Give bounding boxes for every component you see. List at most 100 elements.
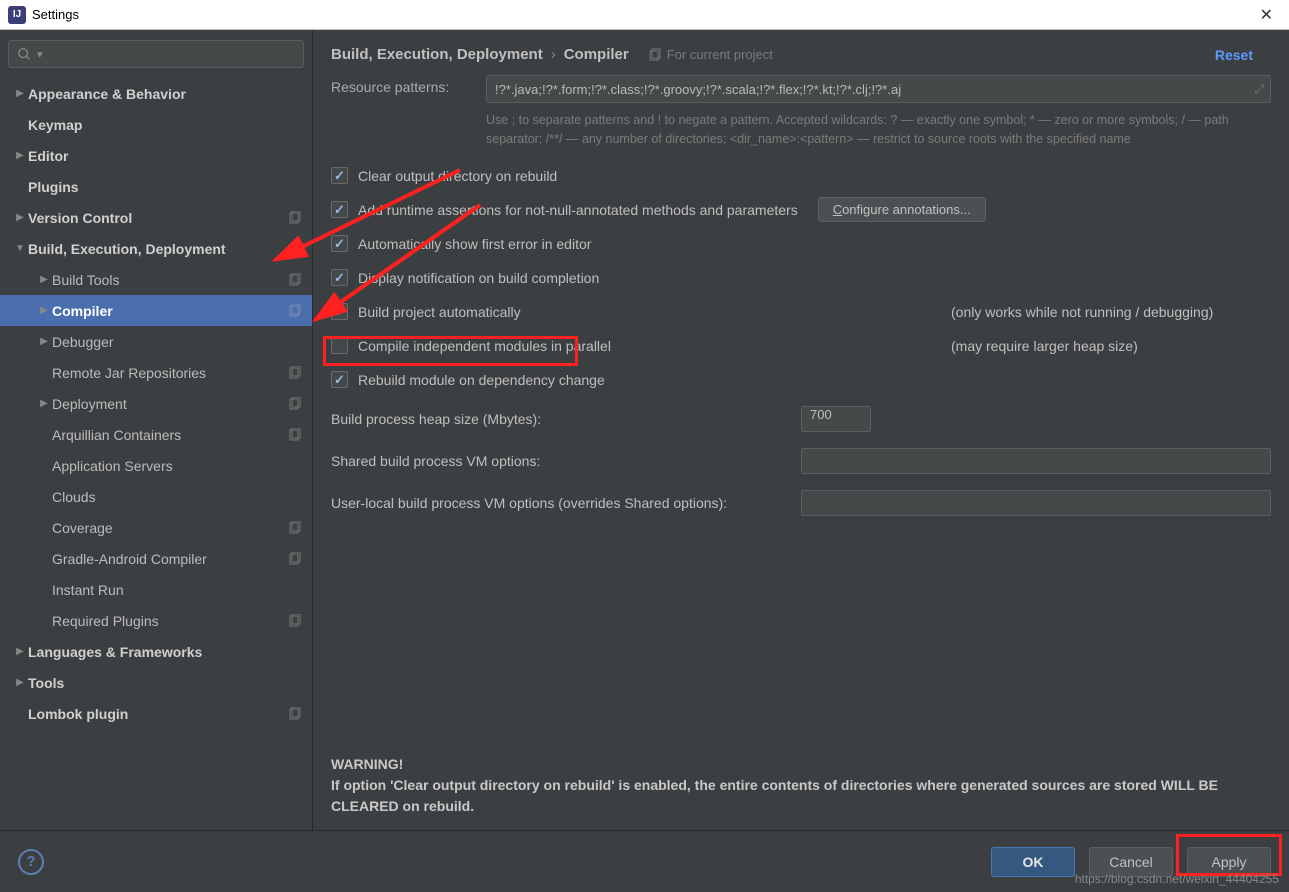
close-icon[interactable]: ✕: [1252, 5, 1281, 25]
chevron-down-icon: ▾: [37, 48, 43, 61]
breadcrumb-seg1: Build, Execution, Deployment: [331, 46, 543, 63]
checkbox-compile-parallel-label: Compile independent modules in parallel: [358, 338, 611, 354]
configure-annotations-button[interactable]: Configure annotations...: [818, 197, 986, 222]
tree-item-version-control[interactable]: ▶Version Control: [0, 202, 312, 233]
tree-item-coverage[interactable]: ▶Coverage: [0, 512, 312, 543]
tree-item-required-plugins[interactable]: ▶Required Plugins: [0, 605, 312, 636]
resource-patterns-input[interactable]: !?*.java;!?*.form;!?*.class;!?*.groovy;!…: [486, 75, 1271, 103]
project-scope-icon: [288, 211, 302, 225]
tree-item-compiler[interactable]: ▶Compiler: [0, 295, 312, 326]
tree-item-tools[interactable]: ▶Tools: [0, 667, 312, 698]
checkbox-compile-parallel-note: (may require larger heap size): [911, 338, 1271, 354]
heap-size-input[interactable]: 700: [801, 406, 871, 432]
project-scope-icon: [288, 552, 302, 566]
project-scope-icon: [288, 273, 302, 287]
search-input[interactable]: ▾: [8, 40, 304, 68]
tree-item-debugger[interactable]: ▶Debugger: [0, 326, 312, 357]
pattern-hint: Use ; to separate patterns and ! to nega…: [486, 111, 1271, 149]
tree-item-plugins[interactable]: ▶Plugins: [0, 171, 312, 202]
tree-item-remote-jar-repositories[interactable]: ▶Remote Jar Repositories: [0, 357, 312, 388]
checkbox-add-assertions-label: Add runtime assertions for not-null-anno…: [358, 202, 798, 218]
tree-item-label: Tools: [28, 675, 64, 691]
tree-item-label: Arquillian Containers: [52, 427, 181, 443]
tree-item-label: Lombok plugin: [28, 706, 128, 722]
tree-item-clouds[interactable]: ▶Clouds: [0, 481, 312, 512]
context-hint: For current project: [647, 47, 773, 62]
project-scope-icon: [288, 397, 302, 411]
tree-item-label: Required Plugins: [52, 613, 159, 629]
settings-tree: ▶Appearance & Behavior▶Keymap▶Editor▶Plu…: [0, 74, 312, 830]
checkbox-add-assertions[interactable]: [331, 201, 348, 218]
tree-item-label: Gradle-Android Compiler: [52, 551, 207, 567]
tree-item-label: Compiler: [52, 303, 113, 319]
checkbox-rebuild-dep[interactable]: [331, 371, 348, 388]
chevron-down-icon: ▼: [12, 243, 28, 254]
chevron-right-icon: ▶: [12, 677, 28, 688]
tree-item-label: Instant Run: [52, 582, 124, 598]
chevron-right-icon: ▶: [36, 305, 52, 316]
search-icon: [17, 47, 31, 61]
chevron-right-icon: ▶: [36, 398, 52, 409]
breadcrumb-sep: ›: [551, 46, 556, 63]
tree-item-deployment[interactable]: ▶Deployment: [0, 388, 312, 419]
project-scope-icon: [288, 428, 302, 442]
tree-item-application-servers[interactable]: ▶Application Servers: [0, 450, 312, 481]
breadcrumb: Build, Execution, Deployment › Compiler: [331, 46, 629, 63]
project-scope-icon: [288, 304, 302, 318]
tree-item-editor[interactable]: ▶Editor: [0, 140, 312, 171]
breadcrumb-seg2: Compiler: [564, 46, 629, 63]
checkbox-display-notif-label: Display notification on build completion: [358, 270, 599, 286]
sidebar: ▾ ▶Appearance & Behavior▶Keymap▶Editor▶P…: [0, 30, 313, 830]
tree-item-label: Coverage: [52, 520, 113, 536]
checkbox-compile-parallel[interactable]: [331, 337, 348, 354]
project-scope-icon: [288, 521, 302, 535]
tree-item-keymap[interactable]: ▶Keymap: [0, 109, 312, 140]
app-icon: IJ: [8, 6, 26, 24]
checkbox-rebuild-dep-label: Rebuild module on dependency change: [358, 372, 605, 388]
chevron-right-icon: ▶: [12, 150, 28, 161]
tree-item-build-execution-deployment[interactable]: ▼Build, Execution, Deployment: [0, 233, 312, 264]
warning-text: WARNING! If option 'Clear output directo…: [331, 754, 1271, 817]
expand-icon[interactable]: ⤢: [1254, 82, 1264, 97]
chevron-right-icon: ▶: [12, 646, 28, 657]
tree-item-label: Appearance & Behavior: [28, 86, 186, 102]
tree-item-instant-run[interactable]: ▶Instant Run: [0, 574, 312, 605]
project-scope-icon: [288, 707, 302, 721]
watermark: https://blog.csdn.net/weixin_44404255: [1075, 872, 1279, 886]
checkbox-clear-output-label: Clear output directory on rebuild: [358, 168, 557, 184]
main-panel: Build, Execution, Deployment › Compiler …: [313, 30, 1289, 830]
chevron-right-icon: ▶: [36, 274, 52, 285]
checkbox-clear-output[interactable]: [331, 167, 348, 184]
checkbox-auto-show-error[interactable]: [331, 235, 348, 252]
tree-item-languages-frameworks[interactable]: ▶Languages & Frameworks: [0, 636, 312, 667]
tree-item-gradle-android-compiler[interactable]: ▶Gradle-Android Compiler: [0, 543, 312, 574]
checkbox-build-auto-label: Build project automatically: [358, 304, 521, 320]
ok-button[interactable]: OK: [991, 847, 1075, 877]
tree-item-lombok-plugin[interactable]: ▶Lombok plugin: [0, 698, 312, 729]
project-scope-icon: [288, 366, 302, 380]
shared-vm-label: Shared build process VM options:: [331, 453, 801, 469]
tree-item-label: Editor: [28, 148, 68, 164]
checkbox-build-auto[interactable]: [331, 303, 348, 320]
shared-vm-input[interactable]: [801, 448, 1271, 474]
help-button[interactable]: ?: [18, 849, 44, 875]
tree-item-label: Build Tools: [52, 272, 119, 288]
user-vm-input[interactable]: [801, 490, 1271, 516]
tree-item-label: Deployment: [52, 396, 127, 412]
window-title: Settings: [32, 7, 79, 22]
checkbox-build-auto-note: (only works while not running / debuggin…: [911, 304, 1271, 320]
tree-item-build-tools[interactable]: ▶Build Tools: [0, 264, 312, 295]
titlebar: IJ Settings ✕: [0, 0, 1289, 30]
reset-link[interactable]: Reset: [1215, 47, 1253, 63]
tree-item-label: Clouds: [52, 489, 96, 505]
checkbox-display-notif[interactable]: [331, 269, 348, 286]
resource-patterns-label: Resource patterns:: [331, 75, 486, 95]
heap-size-label: Build process heap size (Mbytes):: [331, 411, 801, 427]
tree-item-arquillian-containers[interactable]: ▶Arquillian Containers: [0, 419, 312, 450]
chevron-right-icon: ▶: [36, 336, 52, 347]
tree-item-appearance-behavior[interactable]: ▶Appearance & Behavior: [0, 78, 312, 109]
tree-item-label: Keymap: [28, 117, 82, 133]
tree-item-label: Languages & Frameworks: [28, 644, 202, 660]
tree-item-label: Debugger: [52, 334, 114, 350]
chevron-right-icon: ▶: [12, 88, 28, 99]
